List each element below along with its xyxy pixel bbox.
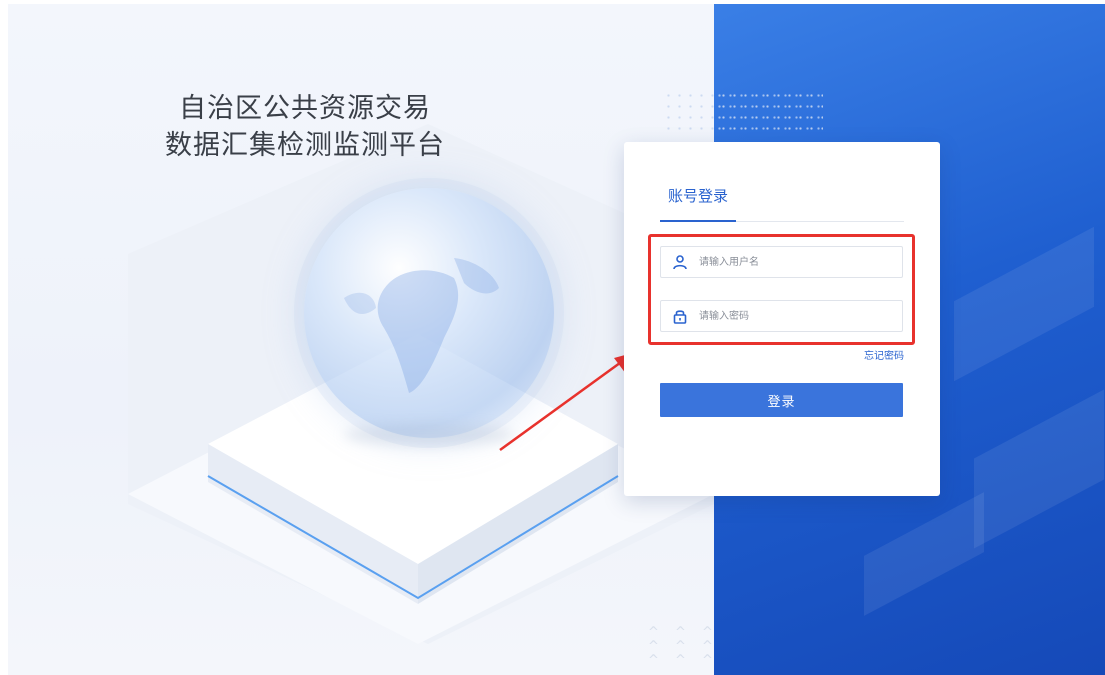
username-input[interactable] bbox=[699, 248, 902, 276]
lock-icon bbox=[661, 301, 699, 331]
chevron-decoration: ^ ^ ^ ^ ^ ^ ^ ^ ^ bbox=[648, 625, 719, 668]
decorative-block bbox=[974, 389, 1104, 549]
title-line-1: 自治区公共资源交易 bbox=[179, 93, 431, 124]
login-page: ^ ^ ^ ^ ^ ^ ^ ^ ^ 自治区公共资源交易 数据汇集检测监测平台 账… bbox=[8, 4, 1105, 675]
login-tabs: 账号登录 bbox=[660, 182, 904, 222]
globe-shadow bbox=[344, 424, 514, 446]
username-field[interactable] bbox=[660, 246, 903, 278]
decorative-block bbox=[864, 492, 984, 616]
login-card: 账号登录 忘记密码 登录 bbox=[624, 142, 940, 496]
platform-title: 自治区公共资源交易 数据汇集检测监测平台 bbox=[160, 90, 450, 164]
decorative-block bbox=[954, 226, 1094, 382]
dot-grid-decoration bbox=[714, 90, 824, 136]
password-input[interactable] bbox=[699, 302, 902, 330]
tab-account-login[interactable]: 账号登录 bbox=[660, 182, 736, 222]
password-field[interactable] bbox=[660, 300, 903, 332]
forgot-password-link[interactable]: 忘记密码 bbox=[864, 347, 904, 362]
login-button[interactable]: 登录 bbox=[660, 383, 903, 417]
user-icon bbox=[661, 247, 699, 277]
title-line-2: 数据汇集检测监测平台 bbox=[165, 130, 445, 161]
